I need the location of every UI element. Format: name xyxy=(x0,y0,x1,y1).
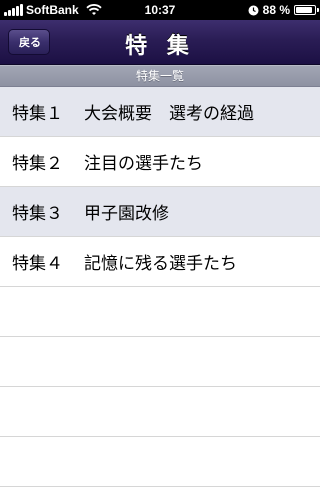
status-bar: SoftBank 10:37 88 % xyxy=(0,0,320,20)
item-title: 大会概要 選考の経過 xyxy=(84,104,254,124)
item-number: 特集３ xyxy=(12,204,63,224)
page-title: 特 集 xyxy=(125,34,195,59)
battery-fill xyxy=(296,7,312,13)
feature-list: 特集１ 大会概要 選考の経過 特集２ 注目の選手たち 特集３ 甲子園改修 特集４… xyxy=(0,87,320,487)
empty-row xyxy=(0,337,320,387)
item-number: 特集１ xyxy=(12,104,63,124)
list-item[interactable]: 特集１ 大会概要 選考の経過 xyxy=(0,87,320,137)
clock-icon xyxy=(248,5,259,15)
battery-icon xyxy=(294,5,319,15)
item-title: 注目の選手たち xyxy=(84,154,203,174)
empty-row xyxy=(0,387,320,437)
status-right: 88 % xyxy=(248,3,319,17)
list-item[interactable]: 特集３ 甲子園改修 xyxy=(0,187,320,237)
empty-row xyxy=(0,287,320,337)
section-header: 特集一覧 xyxy=(0,65,320,87)
item-number: 特集２ xyxy=(12,154,63,174)
item-number: 特集４ xyxy=(12,254,63,274)
item-title: 記憶に残る選手たち xyxy=(84,254,237,274)
list-item[interactable]: 特集４ 記憶に残る選手たち xyxy=(0,237,320,287)
battery-percent: 88 % xyxy=(262,3,290,17)
navigation-bar: 戻る 特 集 xyxy=(0,20,320,65)
list-item[interactable]: 特集２ 注目の選手たち xyxy=(0,137,320,187)
item-title: 甲子園改修 xyxy=(84,204,169,224)
